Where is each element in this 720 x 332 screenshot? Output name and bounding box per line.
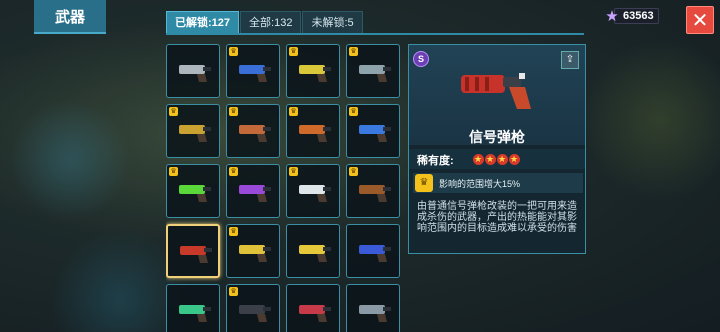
star-icon: ★ — [509, 154, 520, 165]
close-button[interactable]: ✕ — [686, 6, 714, 34]
weapon-name: 信号弹枪 — [469, 129, 525, 145]
crown-icon: ♛ — [169, 167, 178, 176]
red-launcher-icon — [299, 305, 331, 322]
weapon-slot[interactable]: ♛ — [226, 164, 280, 218]
weapon-detail-panel: S ⇪ 信号弹枪 稀有度: ★ ★ ★ ★ ♛ 影响的范围增大15% 由普通信号弹枪改… — [408, 44, 586, 254]
weapon-slot[interactable]: ♛ — [226, 284, 280, 332]
rarity-stars: ★ ★ ★ ★ — [473, 151, 521, 165]
dark-rifle-icon — [239, 305, 271, 322]
flare-gun-icon — [461, 73, 531, 109]
copper-cannon-icon — [239, 125, 271, 142]
crown-icon: ♛ — [349, 167, 358, 176]
weapon-slot[interactable] — [166, 284, 220, 332]
weapon-slot[interactable] — [166, 44, 220, 98]
green-plasma-icon — [179, 185, 211, 202]
crown-icon: ♛ — [349, 47, 358, 56]
weapon-slot[interactable]: ♛ — [346, 44, 400, 98]
weapon-slot[interactable] — [286, 224, 340, 278]
weapon-slot[interactable]: ♛ — [346, 104, 400, 158]
tab-locked[interactable]: 未解锁:5 — [302, 11, 363, 35]
yellow-blaster-icon — [239, 245, 271, 262]
weapon-slot[interactable]: ♛ — [346, 164, 400, 218]
star-icon: ★ — [485, 154, 496, 165]
red-flare-gun-icon — [180, 246, 212, 263]
tab-all[interactable]: 全部:132 — [240, 11, 302, 35]
crown-icon: ♛ — [229, 107, 238, 116]
weapon-slot[interactable]: ♛ — [226, 224, 280, 278]
share-icon[interactable]: ⇪ — [561, 51, 579, 69]
weapon-slot[interactable]: ♛ — [286, 164, 340, 218]
crown-icon: ♛ — [229, 287, 238, 296]
star-gem-icon: ★ — [605, 8, 619, 25]
crown-icon: ♛ — [289, 167, 298, 176]
rarity-label: 稀有度: — [417, 155, 454, 167]
weapon-slot[interactable]: ♛ — [286, 104, 340, 158]
crown-icon: ♛ — [229, 47, 238, 56]
crown-icon: ♛ — [229, 167, 238, 176]
brown-shotgun-icon — [359, 185, 391, 202]
weapon-slot[interactable]: ♛ — [166, 104, 220, 158]
crown-icon: ♛ — [415, 174, 433, 192]
gold-smg-icon — [179, 125, 211, 142]
blue-laser-rifle-icon — [359, 125, 391, 142]
crown-icon: ♛ — [289, 47, 298, 56]
tab-unlocked[interactable]: 已解锁:127 — [166, 11, 240, 35]
weapon-slot[interactable] — [286, 284, 340, 332]
crown-icon: ♛ — [229, 227, 238, 236]
silver-pistol-icon — [179, 65, 211, 82]
rarity-row: 稀有度: ★ ★ ★ ★ — [409, 149, 585, 169]
weapon-preview: S ⇪ 信号弹枪 — [409, 45, 585, 145]
blue-sniper-icon — [359, 245, 391, 262]
orange-blaster-icon — [299, 125, 331, 142]
green-orb-icon — [179, 305, 211, 322]
effect-text: 影响的范围增大15% — [439, 179, 521, 189]
weapon-description: 由普通信号弹枪改装的一把可用来造成杀伤的武器，产出的热能能对其影响范围内的目标造… — [417, 201, 577, 234]
currency-amount: 63563 — [614, 8, 659, 24]
close-icon: ✕ — [691, 9, 709, 32]
crown-icon: ♛ — [289, 107, 298, 116]
weapon-slot[interactable] — [346, 284, 400, 332]
star-icon: ★ — [497, 154, 508, 165]
grade-badge: S — [413, 51, 429, 67]
purple-ray-icon — [239, 185, 271, 202]
page-title: 武器 — [34, 0, 106, 34]
blue-blaster-icon — [239, 65, 271, 82]
star-icon: ★ — [473, 154, 484, 165]
weapon-slot[interactable] — [166, 224, 220, 278]
crown-icon: ♛ — [349, 107, 358, 116]
weapon-slot[interactable] — [346, 224, 400, 278]
weapon-slot[interactable]: ♛ — [166, 164, 220, 218]
yellow-ray-gun-icon — [299, 65, 331, 82]
crown-icon: ♛ — [169, 107, 178, 116]
page-title-text: 武器 — [54, 8, 85, 26]
weapon-slot[interactable]: ♛ — [226, 104, 280, 158]
grey-drone-icon — [359, 305, 391, 322]
silver-revolver-icon — [359, 65, 391, 82]
white-blade-icon — [299, 185, 331, 202]
weapon-slot[interactable]: ♛ — [286, 44, 340, 98]
filter-tabs: 已解锁:127 全部:132 未解锁:5 — [166, 11, 364, 35]
weapon-grid[interactable]: ♛ ♛ ♛ ♛ ♛ ♛ ♛ ♛ ♛ ♛ ♛ ♛ ♛ — [166, 44, 406, 332]
weapon-slot[interactable]: ♛ — [226, 44, 280, 98]
currency-display: ★ 63563 — [604, 8, 674, 25]
effect-row: ♛ 影响的范围增大15% — [413, 173, 583, 193]
yellow-sonic-icon — [299, 245, 331, 262]
tab-underline — [166, 33, 584, 35]
